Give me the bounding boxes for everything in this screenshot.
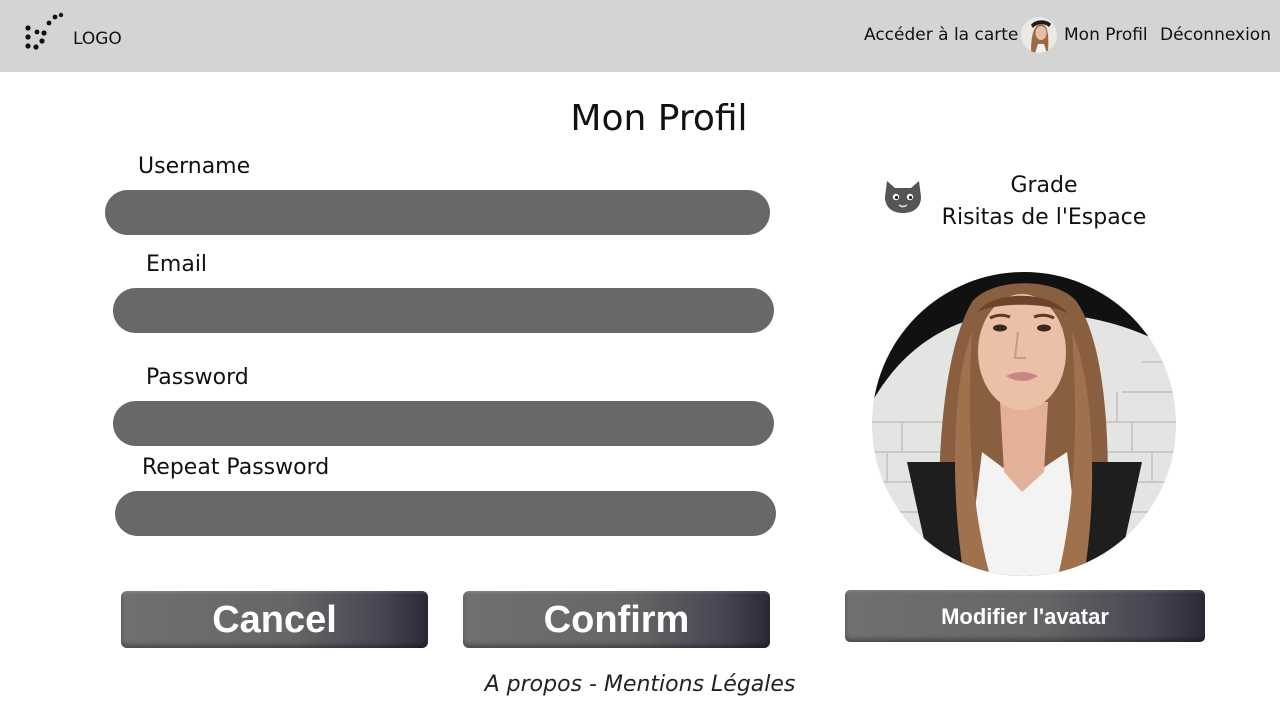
profile-photo	[872, 272, 1176, 576]
top-navigation-bar: LOGO Accéder à la carte Mon Profil Décon…	[0, 0, 1280, 72]
repeat-password-input[interactable]	[115, 491, 776, 536]
grade-label: Grade	[1010, 173, 1078, 198]
nav-link-logout[interactable]: Déconnexion	[1160, 25, 1271, 45]
cancel-button[interactable]: Cancel	[121, 591, 428, 648]
header-avatar[interactable]	[1021, 17, 1057, 53]
logo-text: LOGO	[73, 29, 122, 49]
username-label: Username	[138, 154, 251, 179]
grade-block: Grade Risitas de l'Espace	[930, 170, 1158, 234]
footer: A propos - Mentions Légales	[0, 672, 1280, 697]
email-label: Email	[146, 252, 208, 277]
nav-link-map[interactable]: Accéder à la carte	[864, 25, 1018, 45]
footer-link-about[interactable]: A propos	[485, 672, 582, 697]
email-input[interactable]	[113, 288, 774, 333]
modify-avatar-button[interactable]: Modifier l'avatar	[845, 590, 1205, 642]
nav-link-profile[interactable]: Mon Profil	[1064, 25, 1148, 45]
logo-icon[interactable]	[24, 12, 64, 54]
confirm-button[interactable]: Confirm	[463, 591, 770, 648]
cat-face-icon	[885, 181, 921, 213]
grade-value: Risitas de l'Espace	[941, 205, 1147, 230]
username-input[interactable]	[105, 190, 770, 235]
footer-separator: -	[582, 672, 604, 697]
repeat-password-label: Repeat Password	[142, 455, 330, 480]
password-label: Password	[146, 365, 249, 390]
footer-link-legal[interactable]: Mentions Légales	[604, 672, 795, 697]
profile-photo-thumbnail	[1021, 17, 1057, 53]
page-title: Mon Profil	[570, 98, 748, 139]
password-input[interactable]	[113, 401, 774, 446]
profile-avatar	[872, 272, 1176, 576]
